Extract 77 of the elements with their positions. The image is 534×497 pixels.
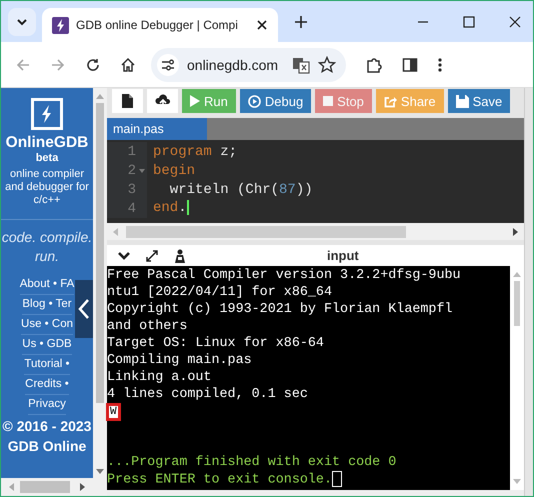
footer-link[interactable]: Tutorial • <box>24 355 70 375</box>
side-panel-icon[interactable] <box>402 56 418 72</box>
console-line: Compiling main.pas <box>107 352 253 369</box>
line-number: 2 <box>128 162 136 178</box>
tagline: online compiler and debugger for c/c++ <box>4 168 90 207</box>
reload-icon[interactable] <box>85 56 101 72</box>
footer-link[interactable]: Blog • Ter <box>22 295 72 315</box>
console-line: Copyright (c) 1993-2021 by Florian Klaempfl <box>107 301 454 318</box>
footer-link[interactable]: Us • GDB <box>22 335 72 355</box>
debug-button[interactable]: Debug <box>240 89 312 113</box>
scroll-down-icon[interactable] <box>96 469 104 474</box>
address-bar[interactable]: onlinegdb.com <box>151 48 346 82</box>
motto: code. compile. run. <box>1 228 93 266</box>
save-button[interactable]: Save <box>448 89 510 113</box>
fold-icon[interactable] <box>139 168 145 172</box>
console-line: Linking a.out <box>107 369 212 386</box>
expand-icon[interactable] <box>145 248 159 262</box>
browser-tab[interactable]: GDB online Debugger | Compi <box>42 8 278 42</box>
chevron-left-icon <box>78 298 90 320</box>
bolt-icon <box>52 16 69 34</box>
close-icon[interactable] <box>256 19 268 31</box>
vertical-scrollbar[interactable] <box>524 88 533 496</box>
vertical-scrollbar[interactable] <box>93 88 107 496</box>
console-line: Press ENTER to exit console. <box>107 471 510 488</box>
console-line: Free Pascal Compiler version 3.2.2+dfsg-9ubu <box>107 267 462 284</box>
horizontal-scrollbar[interactable] <box>1 478 93 496</box>
collapse-sidebar-button[interactable] <box>75 280 93 338</box>
maximize-icon[interactable] <box>463 16 475 28</box>
chevron-down-icon <box>16 18 28 26</box>
tab-list-button[interactable] <box>8 8 36 36</box>
new-tab-icon[interactable] <box>294 15 308 29</box>
chevron-down-icon[interactable] <box>117 250 131 260</box>
file-tab[interactable]: main.pas <box>107 118 207 140</box>
share-icon <box>384 94 397 108</box>
beta-label: beta <box>36 152 58 164</box>
close-icon[interactable] <box>509 16 521 28</box>
stop-icon <box>323 96 334 106</box>
play-icon <box>190 95 200 107</box>
copyright-text: © 2016 - 2023 GDB Online <box>2 417 92 456</box>
scroll-right-icon[interactable] <box>513 228 518 236</box>
brand-name: OnlineGDB <box>6 134 88 152</box>
console-line: ntu1 [2022/04/11] for x86_64 <box>107 284 333 301</box>
tab-title: GDB online Debugger | Compi <box>76 18 239 32</box>
footer-link[interactable]: Credits • <box>25 375 69 395</box>
upload-button[interactable] <box>147 89 178 113</box>
line-number: 3 <box>128 182 136 198</box>
new-file-button[interactable] <box>112 89 143 113</box>
footer-link[interactable]: Privacy <box>28 395 66 415</box>
console-tab[interactable]: input <box>327 248 359 263</box>
console-line: ...Program finished with exit code 0 <box>107 454 398 471</box>
console-line: 4 lines compiled, 0.1 sec <box>107 386 309 403</box>
console-line: Target OS: Linux for x86-64 <box>107 335 325 352</box>
play-circle-icon <box>248 94 261 108</box>
line-number: 1 <box>128 144 136 160</box>
star-icon[interactable] <box>318 56 336 74</box>
home-icon[interactable] <box>120 56 136 72</box>
code-line: writeln (Chr(87)) <box>168 182 313 198</box>
code-editor[interactable]: 1 program z; 2 begin 3 writeln (Chr(87)) 4 end. <box>107 140 524 223</box>
debug-person-icon[interactable] <box>173 248 187 262</box>
footer-link[interactable]: Use • Con <box>21 315 73 335</box>
line-number: 4 <box>128 200 136 216</box>
floppy-icon <box>456 94 469 108</box>
menu-icon[interactable] <box>437 56 443 72</box>
file-icon <box>122 94 133 108</box>
scroll-right-icon[interactable] <box>80 483 85 491</box>
console-line: and others <box>107 318 188 335</box>
highlighted-char: W <box>109 406 118 418</box>
site-settings-icon[interactable] <box>157 54 179 76</box>
code-line: begin <box>152 162 196 178</box>
code-line: program z; <box>152 144 238 160</box>
editor-scrollbar[interactable] <box>107 223 524 240</box>
footer-link[interactable]: About • FA <box>20 275 74 295</box>
url-text: onlinegdb.com <box>187 56 280 72</box>
bolt-logo-icon <box>31 98 63 130</box>
puzzle-icon[interactable] <box>365 56 383 74</box>
code-line: end. <box>152 200 189 217</box>
translate-icon[interactable] <box>292 56 310 74</box>
